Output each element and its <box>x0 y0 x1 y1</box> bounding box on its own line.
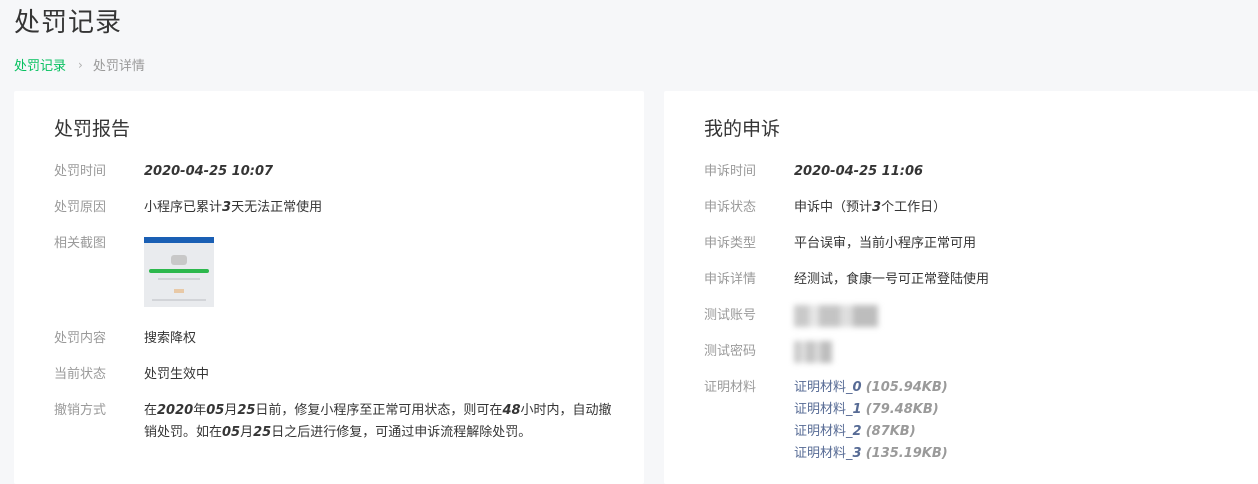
penalty-report-title: 处罚报告 <box>54 118 131 140</box>
test-password-label: 测试密码 <box>704 344 757 359</box>
appeal-time-row: 申诉时间 2020-04-25 11:06 <box>704 161 1228 183</box>
material-file-link[interactable]: 证明材料_0 (105.94KB) <box>794 377 1228 399</box>
screenshot-thumbnail[interactable] <box>144 237 214 307</box>
test-password-value-redacted <box>794 341 832 363</box>
penalty-reason-row: 处罚原因 小程序已累计3天无法正常使用 <box>54 197 614 219</box>
penalty-content-value: 搜索降权 <box>144 331 197 346</box>
penalty-time-value: 2020-04-25 10:07 <box>144 164 274 179</box>
appeal-type-label: 申诉类型 <box>704 236 757 251</box>
appeal-status-value: 申诉中（预计3个工作日） <box>794 200 947 215</box>
material-file-link[interactable]: 证明材料_1 (79.48KB) <box>794 399 1228 421</box>
appeal-detail-value: 经测试，食康一号可正常登陆使用 <box>794 272 990 287</box>
appeal-time-label: 申诉时间 <box>704 164 757 179</box>
penalty-content-row: 处罚内容 搜索降权 <box>54 328 614 350</box>
penalty-reason-value: 小程序已累计3天无法正常使用 <box>144 200 323 215</box>
materials-row: 证明材料 证明材料_0 (105.94KB) 证明材料_1 (79.48KB) … <box>704 377 1228 465</box>
chevron-right-icon: › <box>78 57 83 72</box>
revoke-method-row: 撤销方式 在2020年05月25日前，修复小程序至正常可用状态，则可在48小时内… <box>54 400 614 444</box>
appeal-detail-label: 申诉详情 <box>704 272 757 287</box>
penalty-content-label: 处罚内容 <box>54 331 107 346</box>
penalty-time-label: 处罚时间 <box>54 164 107 179</box>
screenshot-label: 相关截图 <box>54 236 107 251</box>
appeal-detail-row: 申诉详情 经测试，食康一号可正常登陆使用 <box>704 269 1228 291</box>
appeal-card: 我的申诉 申诉时间 2020-04-25 11:06 申诉状态 申诉中（预计3个… <box>664 91 1258 484</box>
revoke-method-value: 在2020年05月25日前，修复小程序至正常可用状态，则可在48小时内，自动撤销… <box>144 403 612 440</box>
page-title: 处罚记录 <box>14 8 123 38</box>
revoke-method-label: 撤销方式 <box>54 403 107 418</box>
current-status-label: 当前状态 <box>54 367 107 382</box>
breadcrumb-link-penalty-records[interactable]: 处罚记录 <box>14 55 66 74</box>
penalty-reason-label: 处罚原因 <box>54 200 107 215</box>
current-status-row: 当前状态 处罚生效中 <box>54 364 614 386</box>
test-account-row: 测试账号 <box>704 305 1228 335</box>
test-account-value-redacted <box>794 305 878 327</box>
breadcrumb: 处罚记录 › 处罚详情 <box>14 55 145 75</box>
appeal-type-row: 申诉类型 平台误审，当前小程序正常可用 <box>704 233 1228 255</box>
penalty-report-card: 处罚报告 处罚时间 2020-04-25 10:07 处罚原因 小程序已累计3天… <box>14 91 644 484</box>
appeal-time-value: 2020-04-25 11:06 <box>794 164 924 179</box>
material-file-link[interactable]: 证明材料_3 (135.19KB) <box>794 443 1228 465</box>
material-file-link[interactable]: 证明材料_2 (87KB) <box>794 421 1228 443</box>
penalty-time-row: 处罚时间 2020-04-25 10:07 <box>54 161 614 183</box>
appeal-status-label: 申诉状态 <box>704 200 757 215</box>
current-status-value: 处罚生效中 <box>144 367 210 382</box>
appeal-status-row: 申诉状态 申诉中（预计3个工作日） <box>704 197 1228 219</box>
test-password-row: 测试密码 <box>704 341 1228 371</box>
screenshot-row: 相关截图 <box>54 233 614 307</box>
materials-label: 证明材料 <box>704 380 757 395</box>
breadcrumb-current: 处罚详情 <box>92 59 145 74</box>
appeal-type-value: 平台误审，当前小程序正常可用 <box>794 236 977 251</box>
materials-list: 证明材料_0 (105.94KB) 证明材料_1 (79.48KB) 证明材料_… <box>794 377 1228 465</box>
appeal-title: 我的申诉 <box>704 118 781 140</box>
test-account-label: 测试账号 <box>704 308 757 323</box>
